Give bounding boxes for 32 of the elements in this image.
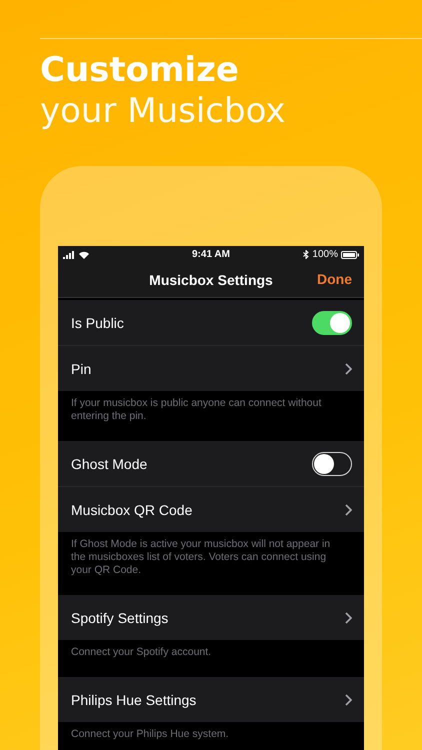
- settings-row[interactable]: Spotify Settings: [58, 595, 364, 640]
- headline-subtitle: your Musicbox: [40, 90, 286, 132]
- settings-row[interactable]: Philips Hue Settings: [58, 677, 364, 722]
- status-time: 9:41 AM: [192, 249, 230, 260]
- done-button[interactable]: Done: [317, 271, 352, 287]
- nav-title: Musicbox Settings: [149, 272, 273, 288]
- settings-row[interactable]: Musicbox QR Code: [58, 487, 364, 532]
- battery-percent: 100%: [312, 249, 338, 260]
- chevron-icon: [345, 694, 352, 706]
- section-footer: If your musicbox is public anyone can connect without entering the pin.: [58, 391, 364, 439]
- row-label: Philips Hue Settings: [71, 692, 196, 708]
- signal-icon: [63, 250, 76, 258]
- chevron-icon: [345, 504, 352, 516]
- row-label: Musicbox QR Code: [71, 502, 192, 518]
- battery-icon: [340, 250, 359, 258]
- toggle-switch[interactable]: [312, 310, 352, 334]
- wifi-icon: [79, 250, 89, 258]
- row-label: Spotify Settings: [71, 610, 168, 626]
- row-label: Is Public: [71, 314, 124, 330]
- chevron-icon: [345, 612, 352, 624]
- settings-row[interactable]: Ghost Mode: [58, 441, 364, 487]
- chevron-icon: [345, 362, 352, 374]
- row-label: Ghost Mode: [71, 456, 148, 472]
- section-footer: If Ghost Mode is active your musicbox will not appear in the musicboxes list of voters. Voters can connect using your QR Code.: [58, 532, 364, 593]
- bluetooth-icon: [303, 250, 310, 259]
- settings-row[interactable]: Pin: [58, 346, 364, 391]
- section-footer: Connect your Philips Hue system.: [58, 722, 364, 750]
- toggle-switch[interactable]: [312, 452, 352, 476]
- settings-row[interactable]: Is Public: [58, 300, 364, 346]
- headline-title: Customize: [40, 50, 239, 90]
- section-footer: Connect your Spotify account.: [58, 640, 364, 675]
- row-label: Pin: [71, 360, 92, 376]
